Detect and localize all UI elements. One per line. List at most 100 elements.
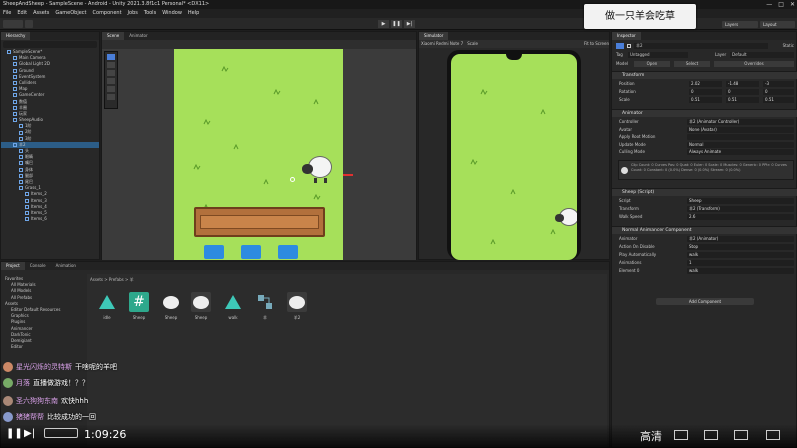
pivot-gizmo[interactable] xyxy=(290,177,295,182)
play-button[interactable]: ▶ xyxy=(378,20,389,28)
gameobject-icon xyxy=(19,130,23,135)
transform-header[interactable]: Transform xyxy=(612,71,797,79)
volume-icon[interactable] xyxy=(674,430,688,440)
prefab-overrides-button[interactable]: Overrides xyxy=(714,61,794,67)
rotate-tool-icon[interactable] xyxy=(107,70,115,76)
asset-sheep2-prefab[interactable]: 羊2 xyxy=(286,292,308,321)
gameobject-icon xyxy=(13,87,17,92)
menu-help[interactable]: Help xyxy=(188,9,199,18)
menu-file[interactable]: File xyxy=(3,9,11,18)
cloud-icon[interactable] xyxy=(25,20,33,28)
field-value[interactable]: Always Animate xyxy=(687,149,794,155)
tab-scene[interactable]: Scene xyxy=(102,32,125,40)
animator-header[interactable]: Animator xyxy=(612,109,797,117)
project-folder[interactable]: Editor xyxy=(3,344,83,350)
asset-sheep-prefab-1[interactable]: Sheep xyxy=(160,292,182,320)
position-x-field[interactable]: 2.02 xyxy=(689,81,722,87)
settings-icon[interactable] xyxy=(704,430,718,440)
game-button-3[interactable] xyxy=(278,245,298,259)
field-value[interactable]: walk xyxy=(687,252,794,258)
active-checkbox[interactable] xyxy=(627,44,631,48)
asset-idle[interactable]: idle xyxy=(96,292,118,320)
scale-z-field[interactable]: 0.51 xyxy=(763,97,794,103)
asset-sheep-script[interactable]: # Sheep xyxy=(128,292,150,320)
next-icon[interactable]: ▶| xyxy=(24,428,35,439)
asset-animator-controller[interactable]: 羊 xyxy=(254,292,276,321)
danmaku-toggle[interactable] xyxy=(44,428,78,438)
quality-button[interactable]: 高清 xyxy=(640,428,662,444)
fit-to-screen-toggle[interactable]: Fit to Screen xyxy=(584,40,609,48)
layout-dropdown[interactable]: Layout xyxy=(760,21,795,28)
sheep-sprite[interactable] xyxy=(302,154,332,183)
close-button[interactable]: ✕ xyxy=(790,0,795,9)
tab-animation[interactable]: Animation xyxy=(51,262,81,270)
scale-x-field[interactable]: 0.51 xyxy=(689,97,722,103)
menu-edit[interactable]: Edit xyxy=(17,9,27,18)
phone-screen[interactable] xyxy=(451,54,577,260)
menu-assets[interactable]: Assets xyxy=(33,9,49,18)
scale-tool-icon[interactable] xyxy=(107,78,115,84)
menu-jobs[interactable]: Jobs xyxy=(128,9,138,18)
tab-inspector[interactable]: Inspector xyxy=(612,32,641,40)
hierarchy-list: SampleScene* Main Camera Global Light 2D Gr… xyxy=(1,49,99,222)
play-pause-icon[interactable]: ❚❚ xyxy=(6,428,23,439)
field-value[interactable]: 羊2 (Animator) xyxy=(687,236,794,242)
field-value[interactable]: None (Avatar) xyxy=(687,126,794,133)
tab-animator[interactable]: Animator xyxy=(124,32,152,40)
field-value[interactable]: Sheep xyxy=(687,198,794,204)
minimize-button[interactable]: — xyxy=(766,0,772,9)
menu-gameobject[interactable]: GameObject xyxy=(55,9,86,18)
hierarchy-item[interactable]: Items_6 xyxy=(1,216,99,222)
hand-tool-icon[interactable] xyxy=(107,54,115,60)
hierarchy-search-input[interactable] xyxy=(3,41,97,48)
menu-window[interactable]: Window xyxy=(162,9,182,18)
tab-hierarchy[interactable]: Hierarchy xyxy=(1,32,31,40)
add-component-button[interactable]: Add Component xyxy=(656,298,754,305)
move-tool-icon[interactable] xyxy=(107,62,115,68)
tag-dropdown[interactable]: Untagged xyxy=(628,52,688,58)
menu-tools[interactable]: Tools xyxy=(144,9,156,18)
project-breadcrumb[interactable]: Assets > Prefabs > 羊 xyxy=(87,274,607,286)
tab-console[interactable]: Console xyxy=(25,262,51,270)
field-value[interactable]: 2.6 xyxy=(687,214,794,220)
field-value[interactable]: 羊2 (Transform) xyxy=(687,206,794,212)
rect-tool-icon[interactable] xyxy=(107,86,115,92)
prefab-open-button[interactable]: Open xyxy=(634,61,670,67)
position-z-field[interactable]: -3 xyxy=(763,81,794,87)
position-y-field[interactable]: -1.48 xyxy=(726,81,759,87)
game-button-1[interactable] xyxy=(204,245,224,259)
rotation-z-field[interactable]: 0 xyxy=(763,89,794,95)
move-gizmo-x[interactable] xyxy=(343,174,353,176)
account-button[interactable] xyxy=(3,20,23,28)
rotation-y-field[interactable]: 0 xyxy=(726,89,759,95)
tab-simulator[interactable]: Simulator xyxy=(419,32,449,40)
transform-tool-icon[interactable] xyxy=(107,94,115,100)
scale-y-field[interactable]: 0.51 xyxy=(726,97,759,103)
menu-component[interactable]: Component xyxy=(93,9,122,18)
layer-dropdown[interactable]: Default xyxy=(730,52,794,58)
field-value[interactable]: 1 xyxy=(687,260,794,266)
step-button[interactable]: ▶| xyxy=(404,20,415,28)
sheep-script-header[interactable]: Sheep (Script) xyxy=(612,188,797,196)
game-button-2[interactable] xyxy=(241,245,261,259)
layers-dropdown[interactable]: Layers xyxy=(722,21,758,28)
asset-walk[interactable]: walk xyxy=(222,292,244,320)
normal-animancer-header[interactable]: Normal Animancer Component xyxy=(612,226,797,234)
static-toggle[interactable]: Static xyxy=(783,43,794,50)
fullscreen-icon[interactable] xyxy=(766,430,780,440)
device-dropdown[interactable]: Xiaomi Redmi Note 7 xyxy=(421,40,463,48)
field-value[interactable]: walk xyxy=(687,268,794,274)
inspector-field-row: Apply Root Motion xyxy=(612,134,797,141)
pause-button[interactable]: ❚❚ xyxy=(391,20,402,28)
field-value[interactable]: Normal xyxy=(687,141,794,148)
tab-project[interactable]: Project xyxy=(1,262,25,270)
field-value[interactable] xyxy=(687,134,794,140)
asset-sheep-prefab-2[interactable]: Sheep xyxy=(190,292,212,320)
rotation-x-field[interactable]: 0 xyxy=(689,89,722,95)
object-name-field[interactable]: 羊2 xyxy=(634,43,768,49)
field-value[interactable]: 羊2 (Animator Controller) xyxy=(687,119,794,125)
field-value[interactable]: Stop xyxy=(687,244,794,250)
pip-icon[interactable] xyxy=(734,430,748,440)
maximize-button[interactable]: □ xyxy=(778,0,784,9)
prefab-select-button[interactable]: Select xyxy=(674,61,710,67)
